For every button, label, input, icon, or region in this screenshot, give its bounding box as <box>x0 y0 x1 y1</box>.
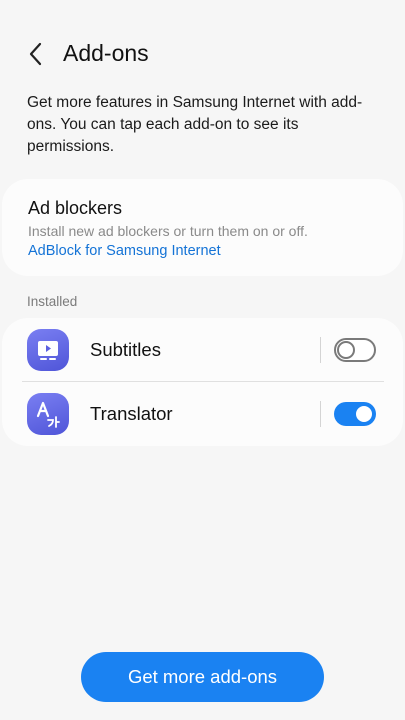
addon-name: Subtitles <box>90 339 161 360</box>
toggle-knob <box>354 404 374 424</box>
ad-blockers-title: Ad blockers <box>28 198 123 218</box>
subtitles-toggle[interactable] <box>334 338 376 362</box>
intro-text: Get more features in Samsung Internet wi… <box>27 94 363 155</box>
translator-icon <box>27 393 69 435</box>
get-more-addons-button[interactable]: Get more add-ons <box>81 652 324 702</box>
back-button[interactable] <box>22 40 50 68</box>
subtitles-icon <box>27 329 69 371</box>
addon-name: Translator <box>90 403 173 424</box>
addon-row-translator[interactable]: Translator <box>2 382 403 446</box>
installed-section-label: Installed <box>27 294 78 309</box>
translator-toggle[interactable] <box>334 402 376 426</box>
addon-row-subtitles[interactable]: Subtitles <box>2 318 403 382</box>
chevron-left-icon <box>29 42 42 66</box>
separator <box>320 401 321 427</box>
ad-blockers-card[interactable]: Ad blockers Install new ad blockers or t… <box>2 179 403 276</box>
top-bar: Add-ons <box>0 30 405 78</box>
page-title: Add-ons <box>63 40 149 66</box>
installed-addons-card: Subtitles Translator <box>2 318 403 446</box>
adblock-link[interactable]: AdBlock for Samsung Internet <box>28 243 221 259</box>
separator <box>320 337 321 363</box>
toggle-knob <box>337 341 355 359</box>
ad-blockers-description: Install new ad blockers or turn them on … <box>28 223 308 239</box>
